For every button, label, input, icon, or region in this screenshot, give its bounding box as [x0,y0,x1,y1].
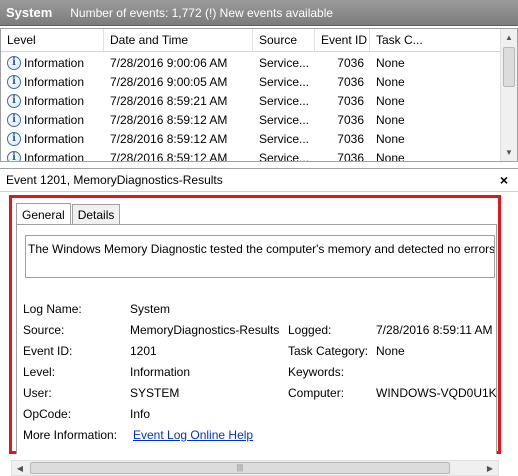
table-row[interactable]: i Information 7/28/2016 9:00:05 AM Servic… [1,72,500,91]
value-source: MemoryDiagnostics-Results [130,323,280,337]
row-source: Service... [259,112,310,127]
events-list[interactable]: Level Date and Time Source Event ID Task… [0,28,518,162]
row-level: Information [24,131,85,146]
event-detail-title: Event 1201, MemoryDiagnostics-Results [6,173,223,187]
label-opcode: OpCode: [23,407,72,421]
row-source: Service... [259,93,310,108]
scroll-down-arrow-icon[interactable]: ▼ [501,144,517,161]
scroll-up-arrow-icon[interactable]: ▲ [501,29,517,46]
detail-horizontal-scrollbar[interactable]: ◀ ||| ▶ [11,460,499,476]
value-event-id: 1201 [130,344,157,358]
event-log-online-help-link[interactable]: Event Log Online Help [133,428,253,442]
column-header-source[interactable]: Source [253,29,315,51]
row-task: None [376,112,405,127]
value-computer: WINDOWS-VQD0U1K [376,386,497,400]
close-icon[interactable]: × [500,172,508,188]
info-icon: i [7,55,21,70]
table-row[interactable]: i Information 7/28/2016 9:00:06 AM Servic… [1,53,500,72]
row-date: 7/28/2016 8:59:21 AM [110,93,228,108]
detail-tabs: General Details [16,203,121,225]
row-event-id: 7036 [337,112,364,127]
row-event-id: 7036 [337,150,364,162]
row-event-id: 7036 [337,93,364,108]
row-source: Service... [259,74,310,89]
row-level: Information [24,55,85,70]
table-row[interactable]: i Information 7/28/2016 8:59:12 AM Servic… [1,148,500,162]
label-user: User: [23,386,52,400]
row-date: 7/28/2016 8:59:12 AM [110,112,228,127]
row-level: Information [24,112,85,127]
tab-general[interactable]: General [16,203,71,225]
value-user: SYSTEM [130,386,180,400]
log-title-bar: System Number of events: 1,772 (!) New e… [0,0,518,26]
info-icon: i [7,74,21,89]
scroll-left-arrow-icon[interactable]: ◀ [12,461,28,475]
label-keywords: Keywords: [288,365,345,379]
row-task: None [376,150,405,162]
scroll-thumb[interactable]: ||| [30,462,450,474]
row-level: Information [24,74,85,89]
row-event-id: 7036 [337,74,364,89]
label-logged: Logged: [288,323,332,337]
info-icon: i [7,93,21,108]
row-task: None [376,74,405,89]
column-header-event-id[interactable]: Event ID [315,29,370,51]
info-icon: i [7,150,21,161]
event-detail-body: General Details The Windows Memory Diagn… [0,192,518,476]
row-source: Service... [259,55,310,70]
events-list-body: i Information 7/28/2016 9:00:06 AM Servic… [1,53,500,161]
table-row[interactable]: i Information 7/28/2016 8:59:21 AM Servic… [1,91,500,110]
value-log-name: System [130,302,171,316]
row-date: 7/28/2016 9:00:06 AM [110,55,228,70]
info-icon: i [7,131,21,146]
tab-details[interactable]: Details [71,204,121,225]
value-opcode: Info [130,407,151,421]
row-level: Information [24,150,85,162]
event-detail-header: Event 1201, MemoryDiagnostics-Results × [0,168,518,192]
general-tab-panel: The Windows Memory Diagnostic tested the… [16,224,497,454]
row-task: None [376,55,405,70]
column-header-date-time[interactable]: Date and Time [104,29,253,51]
column-header-level[interactable]: Level [1,29,104,51]
scroll-right-arrow-icon[interactable]: ▶ [482,461,498,475]
column-header-task-category[interactable]: Task C... [370,29,480,51]
row-source: Service... [259,131,310,146]
row-level: Information [24,93,85,108]
event-count-summary[interactable]: Number of events: 1,772 (!) New events a… [70,6,333,20]
row-task: None [376,93,405,108]
row-event-id: 7036 [337,131,364,146]
label-more-information: More Information: [23,428,118,442]
event-description[interactable]: The Windows Memory Diagnostic tested the… [25,235,495,278]
value-task-category: None [376,344,405,358]
label-log-name: Log Name: [23,302,82,316]
row-event-id: 7036 [337,55,364,70]
row-date: 7/28/2016 8:59:12 AM [110,131,228,146]
log-name: System [6,5,53,20]
highlight-box: General Details The Windows Memory Diagn… [9,195,501,454]
row-task: None [376,131,405,146]
label-source: Source: [23,323,65,337]
value-logged: 7/28/2016 8:59:11 AM [376,323,493,337]
table-row[interactable]: i Information 7/28/2016 8:59:12 AM Servic… [1,129,500,148]
label-computer: Computer: [288,386,345,400]
value-level: Information [130,365,191,379]
info-icon: i [7,112,21,127]
scroll-thumb[interactable] [503,47,515,87]
events-list-header: Level Date and Time Source Event ID Task… [1,29,500,52]
events-vertical-scrollbar[interactable]: ▲ ▼ [500,29,517,161]
label-level: Level: [23,365,56,379]
row-source: Service... [259,150,310,162]
table-row[interactable]: i Information 7/28/2016 8:59:12 AM Servic… [1,110,500,129]
row-date: 7/28/2016 8:59:12 AM [110,150,228,162]
label-task-category: Task Category: [288,344,369,358]
label-event-id: Event ID: [23,344,73,358]
row-date: 7/28/2016 9:00:05 AM [110,74,228,89]
